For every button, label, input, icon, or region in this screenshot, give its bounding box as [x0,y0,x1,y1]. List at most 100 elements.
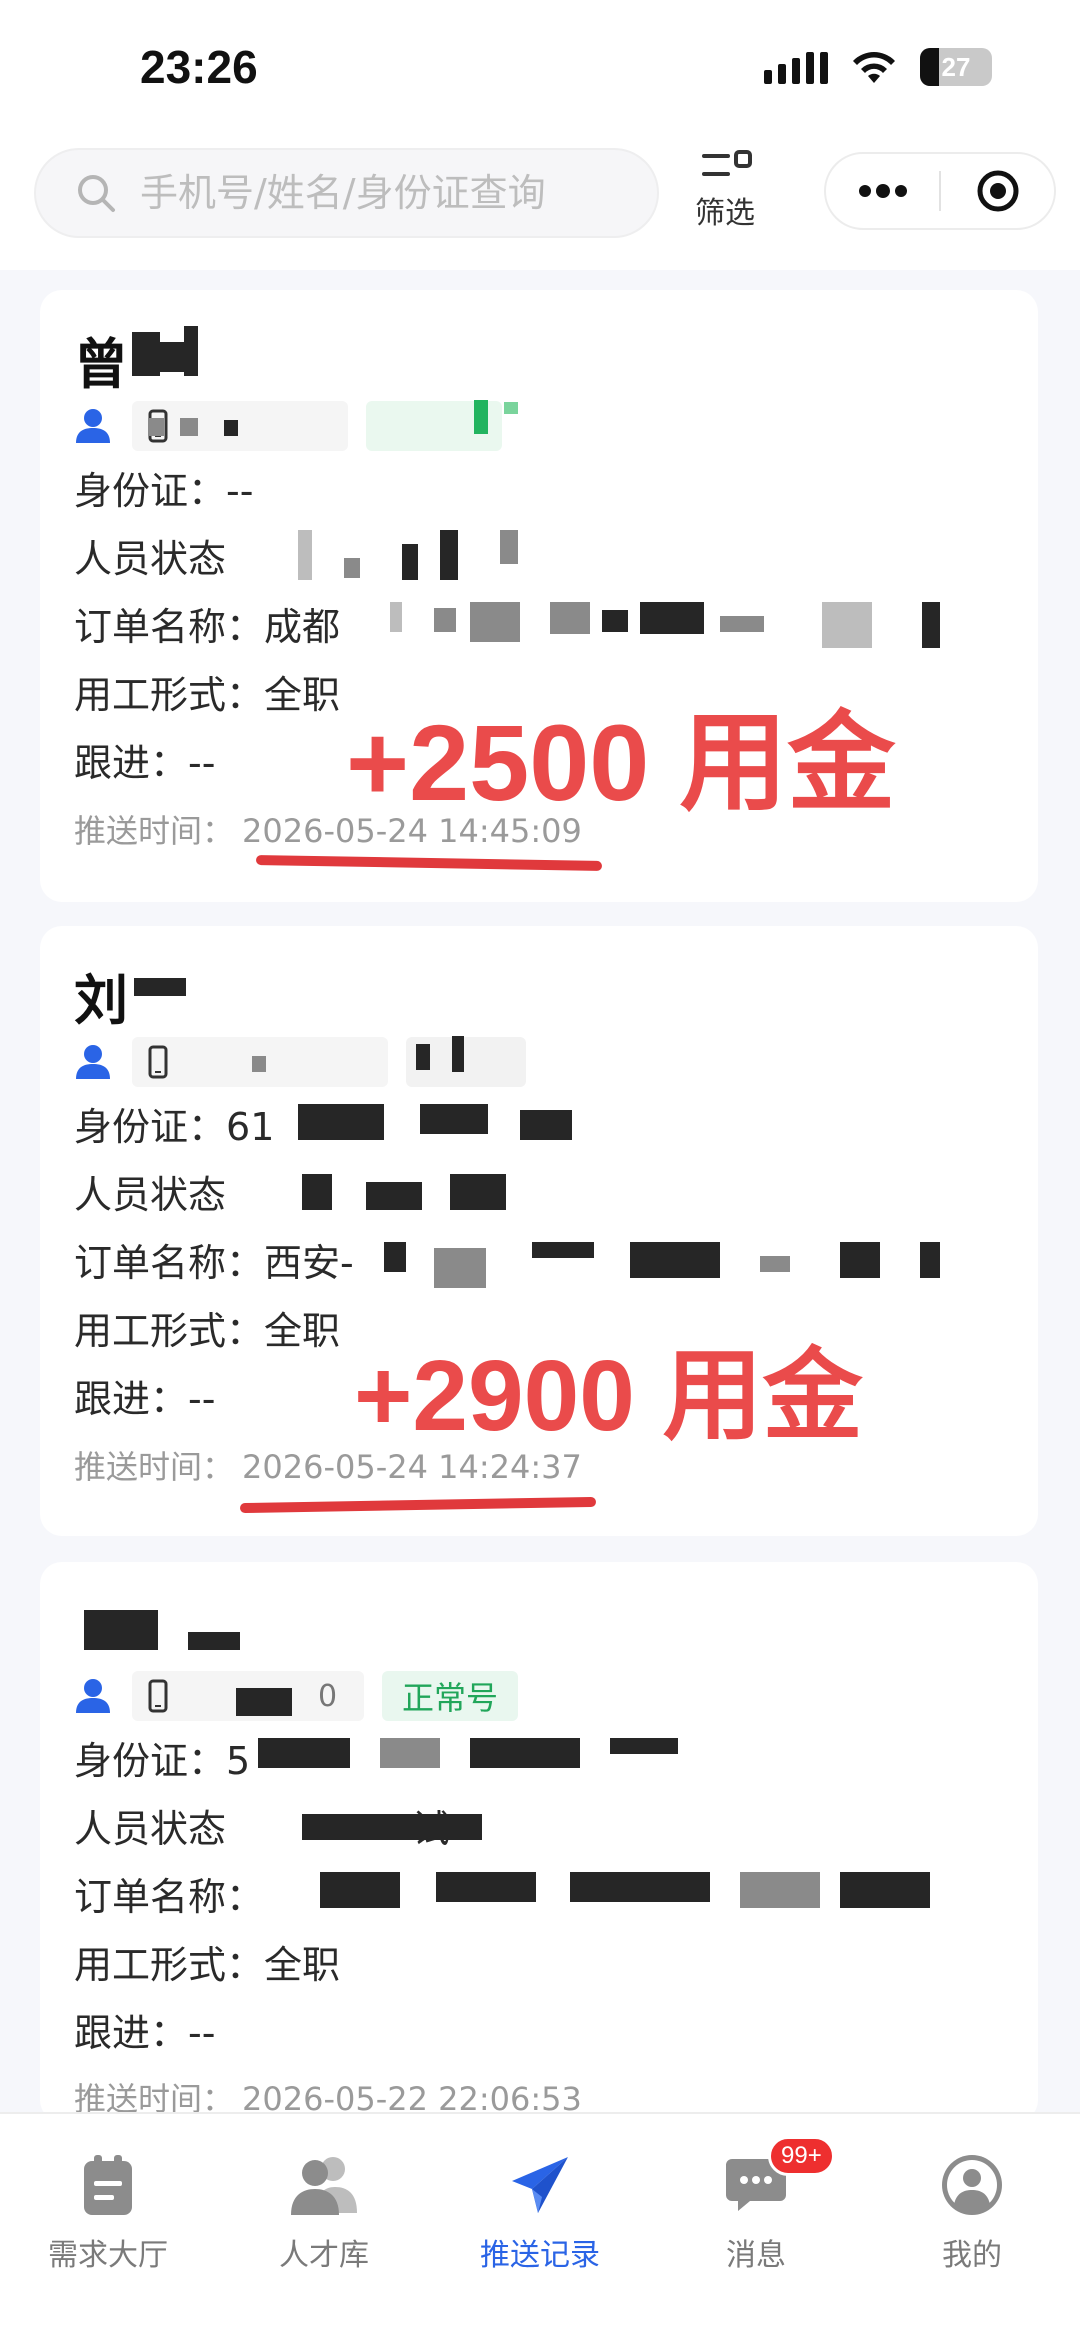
demand-hall-icon [84,2155,132,2215]
tab-talent-pool[interactable]: 人才库 [224,2146,424,2274]
tab-messages[interactable]: 99+ 消息 [656,2136,856,2274]
employment-type-field: 用工形式：全职 [74,1943,341,1987]
redaction [258,1738,350,1768]
person-icon [76,409,110,443]
wifi-icon [853,52,895,83]
search-icon [78,175,115,212]
battery-icon: 27 [920,48,992,86]
tab-label: 人才库 [279,2238,369,2273]
redaction [302,1174,332,1210]
redaction [630,1242,720,1278]
order-name-field: 订单名称： [74,1875,265,1919]
filter-icon [702,150,752,176]
redaction [520,1110,572,1140]
redaction [450,1174,506,1210]
redaction [298,530,312,580]
redaction [760,1256,790,1272]
commission-annotation: +2900 用金 [354,1340,863,1452]
redaction [180,418,198,436]
redaction [252,1056,266,1072]
redaction [640,602,704,634]
bottom-tab-bar: 需求大厅 人才库 推送记录 99+ 消息 我的 [0,2112,1080,2341]
redaction [504,402,518,414]
redaction [470,1738,580,1768]
tab-label: 消息 [726,2238,786,2273]
redaction [840,1242,880,1278]
mini-program-capsule [824,152,1056,230]
redaction [188,1632,240,1650]
tab-push-records[interactable]: 推送记录 [440,2146,640,2274]
redaction [822,602,872,648]
redaction [420,1104,488,1134]
redaction [570,1872,710,1902]
candidate-name: 刘 [74,969,128,1032]
redaction [366,1182,422,1210]
redaction [532,1242,594,1258]
redaction [134,978,186,996]
redaction [920,1242,940,1278]
redaction [602,610,628,632]
redaction [224,420,238,436]
person-icon [76,1045,110,1079]
tab-demand-hall[interactable]: 需求大厅 [8,2146,208,2274]
record-card[interactable]: 0 正常号 身份证：5 人员状态试 订单名称： 用工形式：全职 跟进：-- 推送… [40,1562,1038,2122]
redaction [84,1610,158,1650]
phone-status-tag: 正常号 [382,1671,519,1721]
cellular-signal-icon [764,50,828,84]
follow-up-field: 跟进：-- [74,2011,216,2055]
contact-row [74,400,502,452]
redaction [610,1738,678,1754]
push-record-icon [512,2157,568,2213]
battery-percent: 27 [941,51,971,82]
mobile-phone-icon [148,1045,168,1079]
close-capsule-button[interactable] [941,154,1054,228]
redaction [434,1248,486,1288]
tab-label: 我的 [942,2238,1002,2273]
tab-label: 推送记录 [480,2238,600,2273]
phone-chip[interactable] [132,401,348,451]
redaction [384,1242,406,1272]
search-input[interactable] [140,171,600,215]
redaction [380,1738,440,1768]
more-dots-icon [858,184,907,198]
employment-type-field: 用工形式：全职 [74,1309,341,1353]
redaction [740,1872,820,1908]
redaction [236,1688,292,1716]
redaction [416,1044,430,1070]
mobile-phone-icon [148,1679,168,1713]
phone-number: 0 [318,1678,338,1714]
person-icon [76,1679,110,1713]
tab-profile[interactable]: 我的 [872,2146,1072,2274]
contact-row: 0 正常号 [74,1670,519,1722]
filter-button[interactable]: 筛选 [680,150,770,232]
redaction [452,1036,464,1072]
person-status-field: 人员状态 [74,1173,227,1217]
redaction [320,1872,400,1908]
id-card-field: 身份证：5 [74,1739,251,1783]
redaction [298,1104,384,1140]
redaction [840,1872,930,1908]
follow-up-field: 跟进：-- [74,741,216,785]
redaction [440,530,458,580]
talent-pool-icon [291,2157,357,2215]
redaction [470,602,520,642]
redaction [550,602,590,634]
redaction [402,544,418,580]
order-name-field: 订单名称：成都 [74,605,341,649]
more-button[interactable] [826,154,939,228]
employment-type-field: 用工形式：全职 [74,673,341,717]
commission-annotation: +2500 用金 [346,702,896,823]
redaction [922,602,940,648]
id-card-field: 身份证：61 [74,1105,275,1149]
redaction [390,602,402,632]
search-box[interactable] [34,148,659,238]
previous-card-edge [40,250,1038,264]
redaction [344,558,360,578]
candidate-name: 曾 [74,333,128,396]
status-icons: 27 [764,48,992,86]
filter-label: 筛选 [695,196,755,231]
redaction [720,616,764,632]
redaction [434,608,456,632]
redaction [474,400,488,434]
unread-badge: 99+ [768,2136,835,2176]
